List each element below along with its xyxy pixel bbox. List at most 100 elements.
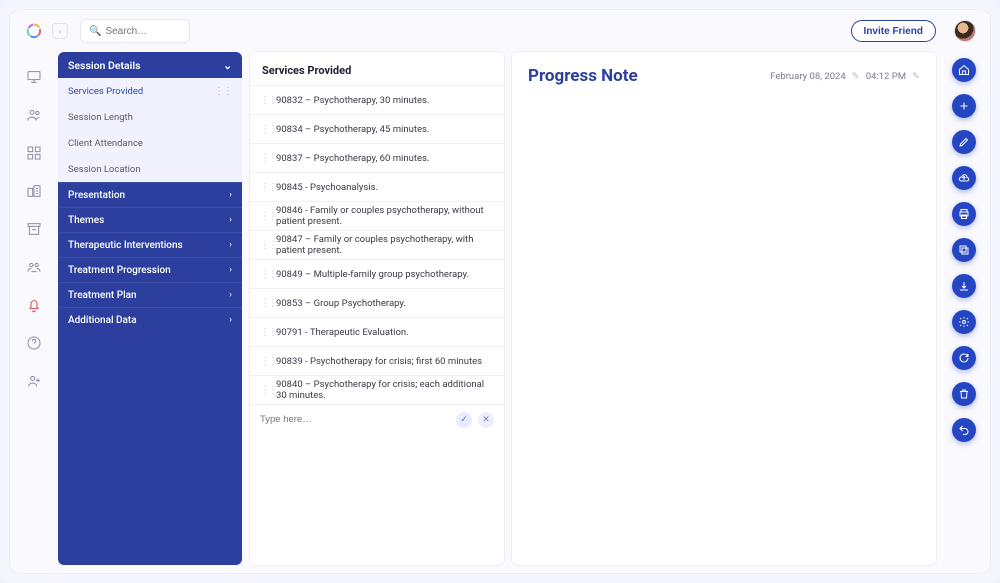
note-date: February 08, 2024 [770,71,846,82]
service-item[interactable]: ⋮⋮ 90791 - Therapeutic Evaluation. [250,317,504,346]
nav-section-session-details[interactable]: Session Details ⌄ [58,52,242,78]
nav-section[interactable]: Treatment Plan › [58,282,242,307]
service-add-input[interactable] [260,414,450,425]
printer-icon[interactable] [952,202,976,226]
edit-date-icon[interactable]: ✎ [852,71,860,82]
service-item[interactable]: ⋮⋮ 90839 - Psychotherapy for crisis; firs… [250,346,504,375]
help-icon[interactable] [25,334,43,352]
nav-section[interactable]: Therapeutic Interventions › [58,232,242,257]
service-item[interactable]: ⋮⋮ 90834 – Psychotherapy, 45 minutes. [250,114,504,143]
nav-sub-item[interactable]: Client Attendance [58,130,242,156]
nav-sub-label: Session Length [68,112,133,123]
services-panel: Services Provided ⋮⋮ 90832 – Psychotherap… [250,52,504,565]
cancel-add-button[interactable]: ✕ [478,412,494,428]
chevron-right-icon: › [229,265,232,275]
nav-sub-label: Client Attendance [68,138,143,149]
chevron-right-icon: › [229,315,232,325]
nav-section[interactable]: Themes › [58,207,242,232]
grid-icon[interactable] [25,144,43,162]
plus-icon[interactable] [952,94,976,118]
drag-grip-icon[interactable]: ⋮⋮ [260,124,270,135]
trash-icon[interactable] [952,382,976,406]
drag-grip-icon[interactable]: ⋮⋮ [214,86,232,97]
service-item[interactable]: ⋮⋮ 90837 – Psychotherapy, 60 minutes. [250,143,504,172]
bell-icon[interactable] [25,296,43,314]
drag-grip-icon[interactable]: ⋮⋮ [260,385,270,396]
progress-note-panel: Progress Note February 08, 2024 ✎ 04:12 … [512,52,936,565]
service-label: 90849 – Multiple-family group psychother… [276,269,469,280]
copy-icon[interactable] [952,238,976,262]
global-search[interactable]: 🔍 [80,19,190,43]
note-title: Progress Note [528,66,638,86]
drag-grip-icon[interactable]: ⋮⋮ [260,327,270,338]
nav-section-label: Themes [68,215,104,226]
service-label: 90846 - Family or couples psychotherapy,… [276,205,494,227]
add-user-icon[interactable] [25,372,43,390]
archive-icon[interactable] [25,220,43,238]
users-icon[interactable] [25,106,43,124]
service-item[interactable]: ⋮⋮ 90849 – Multiple-family group psychoth… [250,259,504,288]
nav-sub-item[interactable]: Session Length [58,104,242,130]
service-label: 90834 – Psychotherapy, 45 minutes. [276,124,429,135]
nav-section[interactable]: Additional Data › [58,307,242,332]
buildings-icon[interactable] [25,182,43,200]
service-label: 90839 - Psychotherapy for crisis; first … [276,356,482,367]
avatar[interactable] [954,20,976,42]
nav-section-label: Treatment Progression [68,265,171,276]
drag-grip-icon[interactable]: ⋮⋮ [260,298,270,309]
nav-section-label: Therapeutic Interventions [68,240,183,251]
service-label: 90832 – Psychotherapy, 30 minutes. [276,95,429,106]
service-label: 90845 - Psychoanalysis. [276,182,378,193]
nav-section-label: Additional Data [68,315,137,326]
service-label: 90853 – Group Psychotherapy. [276,298,406,309]
search-icon: 🔍 [89,26,101,37]
chevron-right-icon: › [229,215,232,225]
pencil-icon[interactable] [952,130,976,154]
session-nav-panel: Session Details ⌄ Services Provided ⋮⋮ Ses… [58,52,242,565]
services-title: Services Provided [250,52,504,85]
nav-section-label: Session Details [68,59,141,72]
drag-grip-icon[interactable]: ⋮⋮ [260,240,270,251]
nav-section-label: Presentation [68,190,125,201]
service-item[interactable]: ⋮⋮ 90845 - Psychoanalysis. [250,172,504,201]
nav-sub-label: Services Provided [68,86,143,97]
service-item[interactable]: ⋮⋮ 90847 – Family or couples psychotherap… [250,230,504,259]
service-item[interactable]: ⋮⋮ 90846 - Family or couples psychotherap… [250,201,504,230]
nav-section-label: Treatment Plan [68,290,137,301]
drag-grip-icon[interactable]: ⋮⋮ [260,269,270,280]
service-label: 90847 – Family or couples psychotherapy,… [276,234,494,256]
chevron-right-icon: › [229,290,232,300]
search-input[interactable] [105,26,181,37]
drag-grip-icon[interactable]: ⋮⋮ [260,211,270,222]
cloud-upload-icon[interactable] [952,166,976,190]
chevron-down-icon: ⌄ [223,59,232,72]
confirm-add-button[interactable]: ✓ [456,412,472,428]
nav-sub-label: Session Location [68,164,141,175]
service-item[interactable]: ⋮⋮ 90853 – Group Psychotherapy. [250,288,504,317]
nav-sub-item[interactable]: Services Provided ⋮⋮ [58,78,242,104]
service-label: 90791 - Therapeutic Evaluation. [276,327,409,338]
chevron-right-icon: › [229,240,232,250]
nav-section[interactable]: Treatment Progression › [58,257,242,282]
monitor-icon[interactable] [25,68,43,86]
nav-sub-item[interactable]: Session Location [58,156,242,182]
group-icon[interactable] [25,258,43,276]
gear-icon[interactable] [952,310,976,334]
service-item[interactable]: ⋮⋮ 90840 – Psychotherapy for crisis; each… [250,375,504,404]
service-label: 90840 – Psychotherapy for crisis; each a… [276,379,494,401]
download-icon[interactable] [952,274,976,298]
service-label: 90837 – Psychotherapy, 60 minutes. [276,153,429,164]
drag-grip-icon[interactable]: ⋮⋮ [260,356,270,367]
home-icon[interactable] [952,58,976,82]
invite-friend-button[interactable]: Invite Friend [851,20,936,42]
undo-icon[interactable] [952,418,976,442]
drag-grip-icon[interactable]: ⋮⋮ [260,95,270,106]
nav-section[interactable]: Presentation › [58,182,242,207]
drag-grip-icon[interactable]: ⋮⋮ [260,153,270,164]
drag-grip-icon[interactable]: ⋮⋮ [260,182,270,193]
edit-time-icon[interactable]: ✎ [912,71,920,82]
collapse-sidebar-button[interactable]: › [52,23,68,39]
refresh-icon[interactable] [952,346,976,370]
chevron-right-icon: › [229,190,232,200]
service-item[interactable]: ⋮⋮ 90832 – Psychotherapy, 30 minutes. [250,85,504,114]
